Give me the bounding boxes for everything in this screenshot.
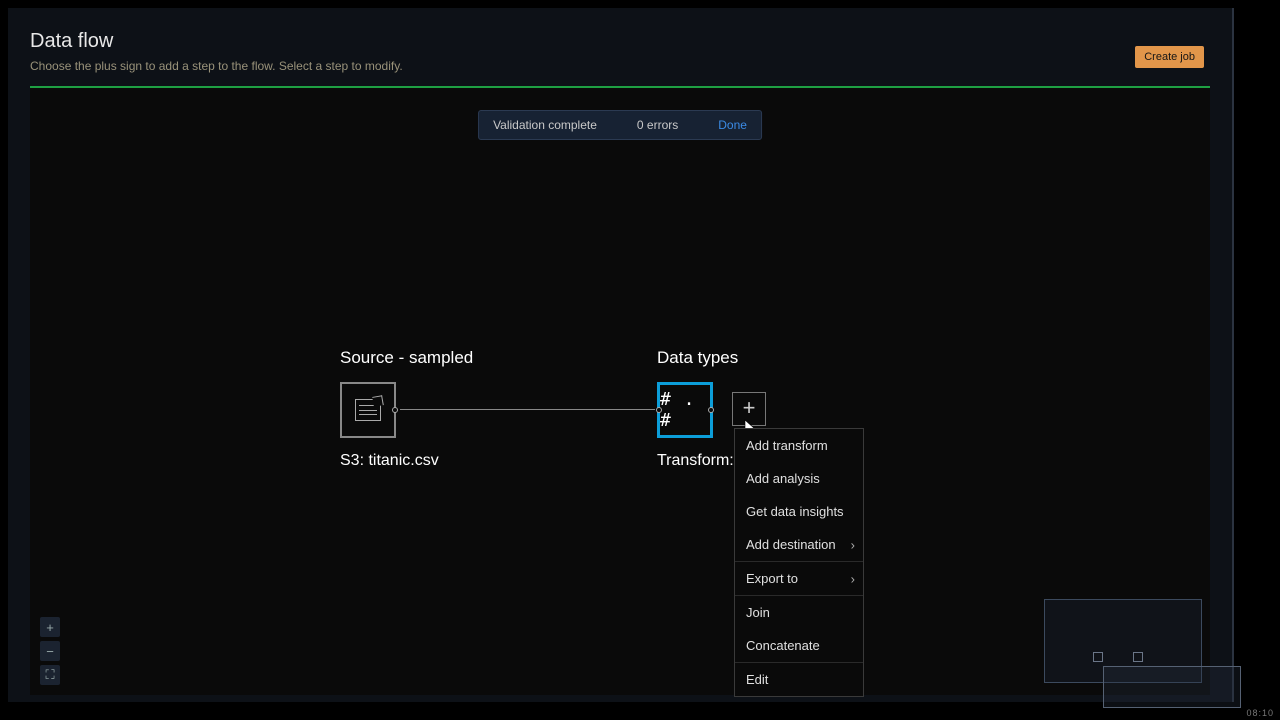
validation-bar: Validation complete 0 errors Done bbox=[478, 110, 762, 140]
minimap-node bbox=[1133, 652, 1143, 662]
menu-add-analysis[interactable]: Add analysis bbox=[735, 462, 863, 495]
create-job-button[interactable]: Create job bbox=[1135, 46, 1204, 68]
node-datatypes-subtitle: Transform: bbox=[657, 452, 738, 470]
menu-add-destination[interactable]: Add destination bbox=[735, 528, 863, 561]
menu-concatenate[interactable]: Concatenate bbox=[735, 629, 863, 662]
zoom-out-button[interactable]: − bbox=[40, 641, 60, 661]
page-title: Data flow bbox=[30, 30, 1220, 53]
zoom-controls: + − ⛶ bbox=[40, 617, 60, 685]
port-out[interactable] bbox=[392, 407, 398, 413]
node-source-title: Source - sampled bbox=[340, 348, 473, 368]
validation-done-link[interactable]: Done bbox=[718, 118, 747, 132]
minimap[interactable] bbox=[1044, 599, 1202, 683]
node-source-box[interactable] bbox=[340, 382, 396, 438]
flow-canvas[interactable]: Validation complete 0 errors Done Source… bbox=[30, 86, 1210, 695]
validation-errors: 0 errors bbox=[637, 118, 678, 132]
port-in[interactable] bbox=[656, 407, 662, 413]
datatype-icon: # . # bbox=[660, 389, 710, 431]
fit-view-button[interactable]: ⛶ bbox=[40, 665, 60, 685]
node-datatypes-box[interactable]: # . # bbox=[657, 382, 713, 438]
menu-add-transform[interactable]: Add transform bbox=[735, 429, 863, 462]
zoom-in-button[interactable]: + bbox=[40, 617, 60, 637]
database-icon bbox=[355, 399, 381, 421]
menu-join[interactable]: Join bbox=[735, 595, 863, 629]
menu-export-to[interactable]: Export to bbox=[735, 561, 863, 595]
footer-time: 08:10 bbox=[1246, 708, 1274, 718]
menu-get-insights[interactable]: Get data insights bbox=[735, 495, 863, 528]
minimap-viewport[interactable] bbox=[1103, 666, 1241, 708]
edge-source-to-types bbox=[400, 409, 655, 410]
node-datatypes-title: Data types bbox=[657, 348, 738, 368]
validation-status: Validation complete bbox=[493, 118, 597, 132]
menu-edit[interactable]: Edit bbox=[735, 662, 863, 696]
minimap-node bbox=[1093, 652, 1103, 662]
context-menu: Add transform Add analysis Get data insi… bbox=[734, 428, 864, 697]
node-datatypes[interactable]: Data types # . # Transform: bbox=[657, 348, 738, 470]
add-step-button[interactable]: + bbox=[732, 392, 766, 426]
node-source-subtitle: S3: titanic.csv bbox=[340, 452, 473, 470]
port-out[interactable] bbox=[708, 407, 714, 413]
page-subtitle: Choose the plus sign to add a step to th… bbox=[30, 59, 1220, 73]
